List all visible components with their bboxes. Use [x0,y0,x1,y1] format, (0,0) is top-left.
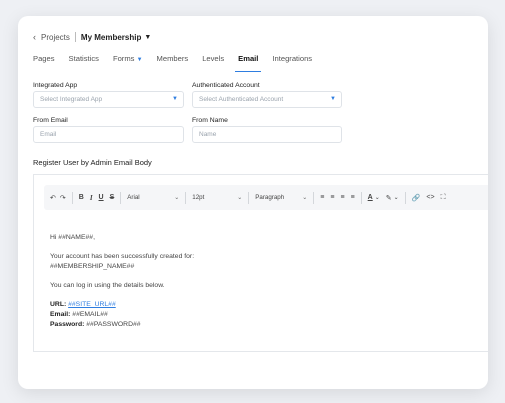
undo-icon[interactable]: ↶ [50,191,56,205]
chevron-down-icon[interactable]: ⌄ [375,191,380,205]
redo-icon[interactable]: ↷ [60,191,66,205]
email-url-label: URL: [50,301,67,308]
strikethrough-button[interactable]: S [110,191,115,205]
chevron-down-icon: ▼ [136,57,143,63]
toolbar-divider [313,191,315,204]
underline-button[interactable]: U [99,191,104,205]
email-email-value: ##EMAIL## [72,311,108,318]
email-body-section-title: Register User by Admin Email Body [33,158,152,167]
email-line-membership-name: ##MEMBERSHIP_NAME## [50,263,135,270]
bold-button[interactable]: B [79,191,84,205]
align-center-icon[interactable]: ≡ [330,191,334,205]
email-greeting: Hi ##NAME##, [50,234,95,241]
align-right-icon[interactable]: ≡ [340,191,344,205]
font-size-select[interactable]: 12pt ⌄ [192,194,242,201]
chevron-down-icon: ⌄ [237,195,243,201]
toolbar-divider [404,191,406,204]
authenticated-account-select[interactable]: Select Authenticated Account ▼ [192,91,342,108]
text-color-icon[interactable]: A [368,191,373,205]
settings-card: ‹ Projects My Membership ▼ Pages Statist… [18,16,488,389]
integrated-app-select[interactable]: Select Integrated App ▼ [33,91,184,108]
from-email-field[interactable]: Email [33,126,184,143]
source-code-icon[interactable]: <> [426,191,434,205]
tab-statistics[interactable]: Statistics [69,54,99,72]
toolbar-divider [185,191,187,204]
tab-levels[interactable]: Levels [202,54,224,72]
tab-bar: Pages Statistics Forms ▼ Members Levels … [33,54,473,72]
from-email-label: From Email [33,117,68,124]
breadcrumb-current-project[interactable]: My Membership [81,33,141,42]
integrated-app-label: Integrated App [33,82,78,89]
from-name-label: From Name [192,117,228,124]
chevron-down-icon: ▼ [172,96,178,102]
tab-integrations[interactable]: Integrations [272,54,312,72]
breadcrumb-projects-link[interactable]: Projects [41,33,70,42]
tab-pages[interactable]: Pages [33,54,55,72]
chevron-down-icon: ⌄ [174,195,180,201]
email-body-content[interactable]: Hi ##NAME##, Your account has been succe… [50,233,194,339]
chevron-down-icon: ▼ [330,96,336,102]
block-format-select[interactable]: Paragraph ⌄ [255,194,307,201]
tab-email[interactable]: Email [235,54,262,72]
breadcrumb-divider [74,32,76,42]
font-family-select[interactable]: Arial ⌄ [127,194,179,201]
email-line-login-details: You can log in using the details below. [50,282,165,289]
fullscreen-icon[interactable]: ⛶ [441,191,446,205]
email-password-label: Password: [50,321,85,328]
chevron-down-icon: ⌄ [302,195,308,201]
email-password-value: ##PASSWORD## [86,321,141,328]
italic-button[interactable]: I [90,191,93,205]
link-icon[interactable]: 🔗 [412,191,421,205]
from-name-field[interactable]: Name [192,126,342,143]
email-url-link[interactable]: ##SITE_URL## [68,301,116,308]
breadcrumb: ‹ Projects My Membership ▼ [33,32,151,42]
chevron-left-icon[interactable]: ‹ [33,32,36,42]
align-justify-icon[interactable]: ≡ [351,191,355,205]
toolbar-divider [360,191,362,204]
chevron-down-icon[interactable]: ▼ [144,34,151,41]
email-email-label: Email: [50,311,71,318]
tab-members[interactable]: Members [157,54,189,72]
chevron-down-icon[interactable]: ⌄ [394,191,399,205]
highlight-color-icon[interactable]: ✎ [386,191,392,205]
toolbar-divider [71,191,73,204]
rich-text-editor[interactable]: ↶ ↷ B I U S Arial ⌄ 12pt ⌄ Paragraph ⌄ ≡ ≡ … [33,174,488,352]
email-line-account-created: Your account has been successfully creat… [50,253,195,260]
authenticated-account-label: Authenticated Account [192,82,260,89]
align-left-icon[interactable]: ≡ [320,191,324,205]
tab-forms[interactable]: Forms ▼ [113,54,143,72]
toolbar-divider [120,191,122,204]
editor-toolbar: ↶ ↷ B I U S Arial ⌄ 12pt ⌄ Paragraph ⌄ ≡ ≡ … [44,185,488,210]
toolbar-divider [248,191,250,204]
